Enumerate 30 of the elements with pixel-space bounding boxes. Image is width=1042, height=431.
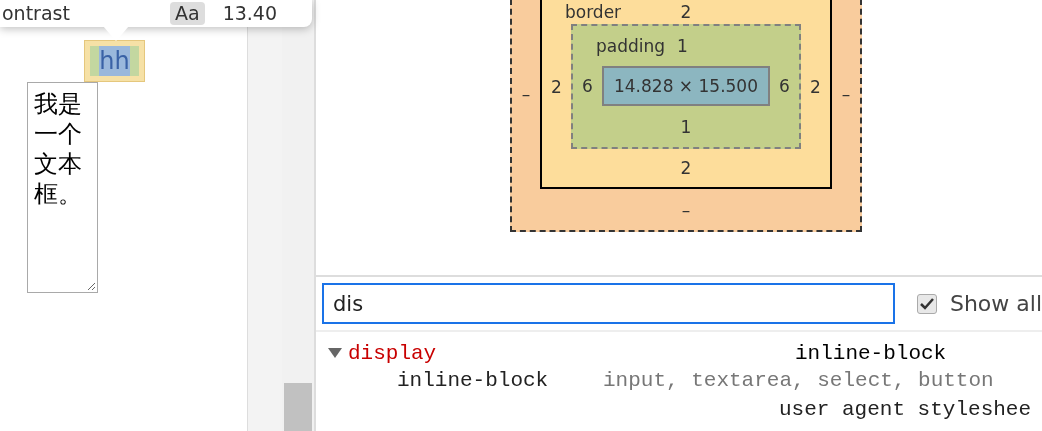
margin-bottom-value: – — [681, 199, 691, 220]
tooltip-label: ontrast — [2, 2, 71, 25]
padding-top-value: 1 — [677, 36, 688, 56]
rule-selector: input, textarea, select, button — [603, 369, 994, 392]
padding-bottom-value: 1 — [680, 116, 692, 137]
padding-label: padding — [596, 36, 666, 56]
contrast-badge: Aa — [170, 2, 205, 25]
border-left-value: 2 — [551, 76, 562, 97]
padding-left-value: 6 — [582, 76, 593, 96]
show-all-label: Show all — [949, 291, 1042, 316]
border-right-value: 2 — [810, 76, 821, 97]
content-box: 14.828 × 15.500 — [602, 66, 770, 106]
border-top-value: 2 — [680, 1, 692, 22]
margin-left-value: – — [521, 84, 531, 104]
rule-value: inline-block — [397, 369, 550, 392]
border-bottom-value: 2 — [680, 158, 692, 178]
padding-right-value: 6 — [779, 76, 790, 96]
scrollbar-thumb[interactable] — [284, 383, 312, 431]
property-name: display — [348, 341, 438, 365]
margin-right-value: – — [841, 84, 851, 104]
property-value: inline-block — [795, 341, 947, 365]
element-text: hh — [99, 46, 130, 76]
text-area[interactable]: 我是一个文本框。 — [27, 82, 98, 293]
contrast-value: 13.40 — [222, 2, 278, 25]
rule-source[interactable]: user agent styleshee — [779, 397, 1032, 421]
filter-field[interactable]: dis — [322, 283, 896, 324]
resize-grip-icon[interactable] — [87, 282, 96, 291]
border-label: border — [564, 1, 622, 22]
show-all-checkbox[interactable] — [917, 293, 937, 314]
expanded-triangle-icon[interactable] — [327, 347, 343, 359]
